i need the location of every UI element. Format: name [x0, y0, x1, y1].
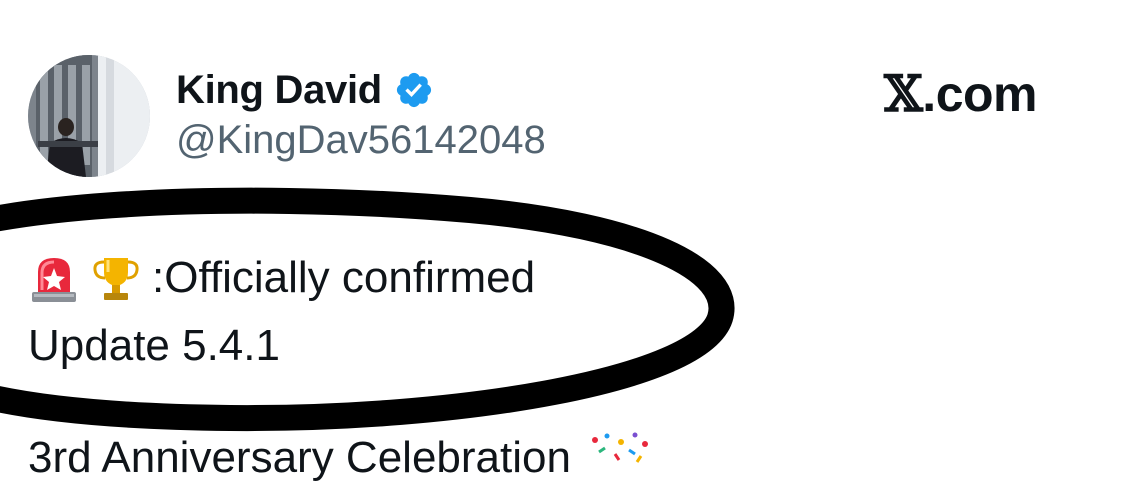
trophy-emoji [90, 252, 142, 304]
tweet-text-line-3: 3rd Anniversary Celebration [28, 430, 653, 486]
brand-suffix: .com [922, 66, 1037, 122]
author-name-row: King David [176, 64, 434, 116]
profile-photo [28, 55, 150, 177]
author-display-name[interactable]: King David [176, 64, 382, 116]
verified-badge-icon [396, 72, 432, 108]
police-siren-emoji [28, 252, 80, 304]
author-handle[interactable]: @KingDav56142048 [176, 114, 546, 166]
tweet-line-1-text: :Officially confirmed [152, 253, 536, 302]
x-logo-icon: 𝕏 [884, 64, 923, 123]
tweet-line-3-text: 3rd Anniversary Celebration [28, 433, 571, 482]
brand-logo: 𝕏.com [884, 64, 1037, 123]
avatar[interactable] [28, 55, 150, 177]
confetti-emoji [591, 432, 648, 463]
tweet-text-line-2: Update 5.4.1 [28, 321, 280, 370]
tweet-text-line-1: :Officially confirmed [28, 250, 535, 306]
